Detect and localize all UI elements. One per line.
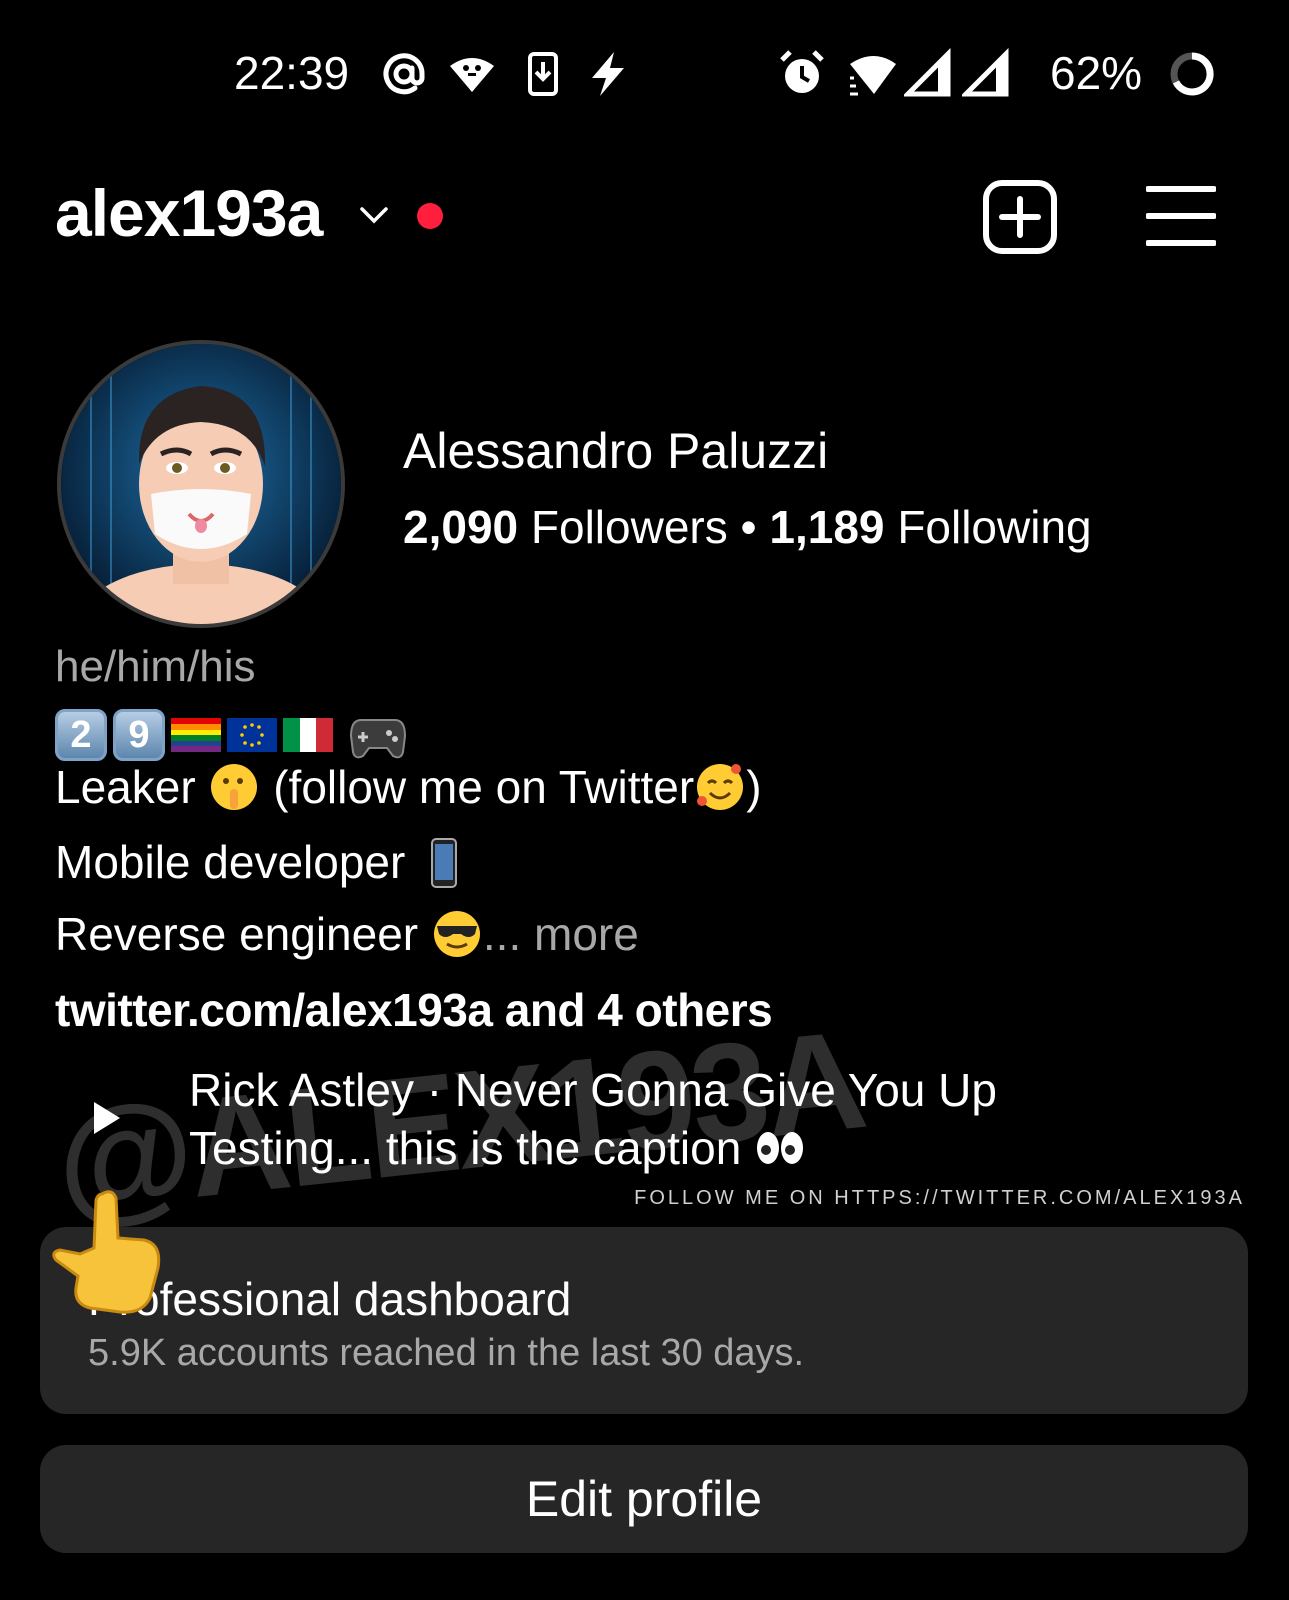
gamepad-icon [349, 719, 407, 759]
new-post-icon[interactable] [982, 179, 1058, 255]
profile-header: alex193a [0, 175, 1289, 265]
italy-flag-icon [283, 718, 333, 752]
bio-links[interactable]: twitter.com/alex193a and 4 others [55, 983, 773, 1037]
wifi-icon [850, 56, 896, 96]
smiling-face-with-hearts-icon [697, 764, 744, 810]
following-label: Following [897, 501, 1092, 553]
bio-line-1-close: ) [746, 761, 762, 813]
full-name: Alessandro Paluzzi [403, 423, 829, 479]
alarm-icon [780, 50, 824, 93]
keycap-digit: 2 [55, 709, 107, 761]
at-icon [383, 53, 425, 95]
bio-more-link[interactable]: ... more [483, 908, 639, 960]
status-time: 22:39 [234, 47, 350, 99]
avatar-image [61, 344, 341, 624]
edit-profile-button[interactable]: Edit profile [40, 1445, 1248, 1553]
followers-count: 2,090 [403, 501, 519, 553]
menu-icon[interactable] [1146, 183, 1216, 249]
play-icon[interactable] [84, 1096, 128, 1140]
signal-icon [904, 48, 951, 97]
rainbow-flag-icon [171, 718, 221, 752]
music-caption: Testing... this is the caption [189, 1122, 742, 1174]
bio-line-3: Reverse engineer ... more [55, 907, 639, 961]
bio-emoji-row: 2 9 [55, 707, 407, 763]
bio-line-2: Mobile developer [55, 834, 470, 892]
username-switcher[interactable]: alex193a [55, 175, 323, 251]
status-bar: 22:39 62% [0, 40, 1289, 110]
chevron-down-icon[interactable] [356, 197, 392, 233]
download-icon [528, 52, 558, 96]
music-title[interactable]: Rick Astley · Never Gonna Give You Up [189, 1063, 997, 1117]
bio-line-1-prefix: Leaker [55, 761, 196, 813]
watermark-caption: FOLLOW ME ON HTTPS://TWITTER.COM/ALEX193… [634, 1187, 1245, 1209]
pronouns: he/him/his [55, 642, 256, 691]
avatar[interactable] [57, 340, 345, 628]
bio-line-3-text: Reverse engineer [55, 908, 419, 960]
bio-line-2-text: Mobile developer [55, 836, 406, 888]
follow-counts: 2,090 Followers • 1,189 Following [403, 500, 1092, 554]
sunglasses-face-icon [433, 911, 480, 957]
bio-line-1-open: (follow me on Twitter [273, 761, 695, 813]
vpn-icon [450, 58, 494, 92]
notification-dot [417, 203, 443, 229]
battery-percent: 62% [1050, 47, 1143, 99]
followers-label: Followers [530, 501, 728, 553]
following-link[interactable]: 1,189 Following [769, 501, 1091, 553]
pointing-hand-icon [52, 1190, 161, 1314]
keycap-digit: 9 [113, 709, 165, 761]
professional-dashboard-card[interactable]: Professional dashboard 5.9K accounts rea… [40, 1227, 1248, 1414]
battery-ring-icon [1170, 52, 1214, 96]
eu-flag-icon [227, 718, 277, 752]
separator: • [740, 501, 757, 553]
following-count: 1,189 [769, 501, 885, 553]
dashboard-subtitle: 5.9K accounts reached in the last 30 day… [88, 1332, 805, 1374]
mobile-phone-icon [431, 838, 458, 888]
followers-link[interactable]: 2,090 Followers [403, 501, 728, 553]
bio-line-1: Leaker (follow me on Twitter ) [55, 760, 762, 814]
charging-icon [592, 52, 624, 96]
shushing-face-icon [211, 764, 258, 810]
music-caption-line: Testing... this is the caption [189, 1121, 806, 1175]
eyes-icon [757, 1132, 804, 1164]
signal-icon [962, 48, 1009, 97]
